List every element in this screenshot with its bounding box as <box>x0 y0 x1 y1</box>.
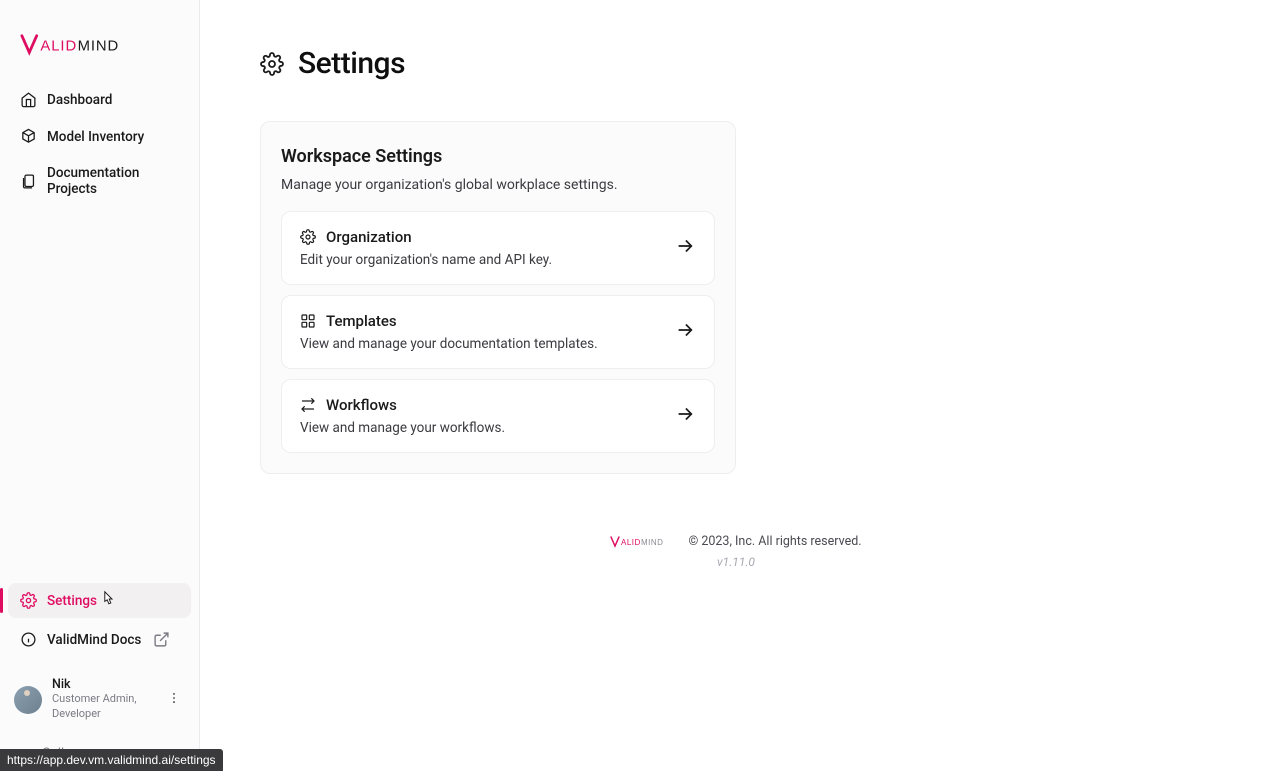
workspace-settings-card: Workspace Settings Manage your organizat… <box>260 121 736 474</box>
sidebar-item-label: Model Inventory <box>47 129 144 145</box>
setting-description: View and manage your workflows. <box>300 420 505 436</box>
sidebar: ALID MIND Dashboard Model Inventory Docu… <box>0 0 200 771</box>
sidebar-item-label: ValidMind Docs <box>47 632 141 648</box>
gear-icon <box>260 52 284 76</box>
arrow-right-icon <box>674 235 696 261</box>
cube-icon <box>20 128 37 145</box>
sidebar-item-settings[interactable]: Settings <box>8 583 191 618</box>
user-role: Customer Admin, Developer <box>52 692 153 722</box>
copyright-text: © 2023, Inc. All rights reserved. <box>688 534 861 549</box>
setting-title: Organization <box>326 228 412 246</box>
sidebar-item-label: Settings <box>47 593 97 609</box>
setting-description: View and manage your documentation templ… <box>300 336 598 352</box>
swap-icon <box>300 397 316 413</box>
home-icon <box>20 91 37 108</box>
gear-icon <box>300 229 316 245</box>
sidebar-item-validmind-docs[interactable]: ValidMind Docs <box>8 622 191 657</box>
user-card: Nik Customer Admin, Developer <box>8 667 191 732</box>
setting-item-workflows[interactable]: Workflows View and manage your workflows… <box>281 379 715 453</box>
brand-logo-footer: ALID MIND <box>610 535 680 549</box>
nav-top: Dashboard Model Inventory Documentation … <box>8 82 191 206</box>
setting-item-organization[interactable]: Organization Edit your organization's na… <box>281 211 715 285</box>
sidebar-item-model-inventory[interactable]: Model Inventory <box>8 119 191 154</box>
setting-description: Edit your organization's name and API ke… <box>300 252 552 268</box>
user-name: Nik <box>52 677 153 692</box>
footer: ALID MIND © 2023, Inc. All rights reserv… <box>200 494 1272 589</box>
info-icon <box>20 631 37 648</box>
arrow-right-icon <box>674 403 696 429</box>
status-bar-url: https://app.dev.vm.validmind.ai/settings <box>0 749 223 771</box>
card-title: Workspace Settings <box>281 146 715 167</box>
gear-icon <box>20 592 37 609</box>
svg-text:ALID: ALID <box>40 39 77 55</box>
documents-icon <box>20 173 37 190</box>
version-text: v1.11.0 <box>200 555 1272 569</box>
svg-text:ALID: ALID <box>621 538 641 547</box>
external-link-icon <box>153 631 170 648</box>
nav-bottom: Settings ValidMind Docs Nik Customer Adm… <box>8 583 191 771</box>
sidebar-item-documentation-projects[interactable]: Documentation Projects <box>8 156 191 206</box>
svg-text:MIND: MIND <box>641 538 663 547</box>
svg-text:MIND: MIND <box>78 39 120 55</box>
card-description: Manage your organization's global workpl… <box>281 177 715 193</box>
setting-title: Workflows <box>326 396 397 414</box>
setting-title: Templates <box>326 312 397 330</box>
page-title: Settings <box>298 46 405 81</box>
sidebar-item-dashboard[interactable]: Dashboard <box>8 82 191 117</box>
user-info: Nik Customer Admin, Developer <box>52 677 153 722</box>
more-vertical-icon <box>167 691 181 705</box>
page-header: Settings <box>260 46 940 81</box>
sidebar-item-label: Documentation Projects <box>47 165 179 197</box>
main-content: Settings Workspace Settings Manage your … <box>200 0 1272 771</box>
layout-icon <box>300 313 316 329</box>
arrow-right-icon <box>674 319 696 345</box>
user-menu-button[interactable] <box>163 686 185 713</box>
avatar[interactable] <box>14 686 42 714</box>
sidebar-item-label: Dashboard <box>47 92 112 108</box>
setting-item-templates[interactable]: Templates View and manage your documenta… <box>281 295 715 369</box>
brand-logo[interactable]: ALID MIND <box>8 14 191 82</box>
